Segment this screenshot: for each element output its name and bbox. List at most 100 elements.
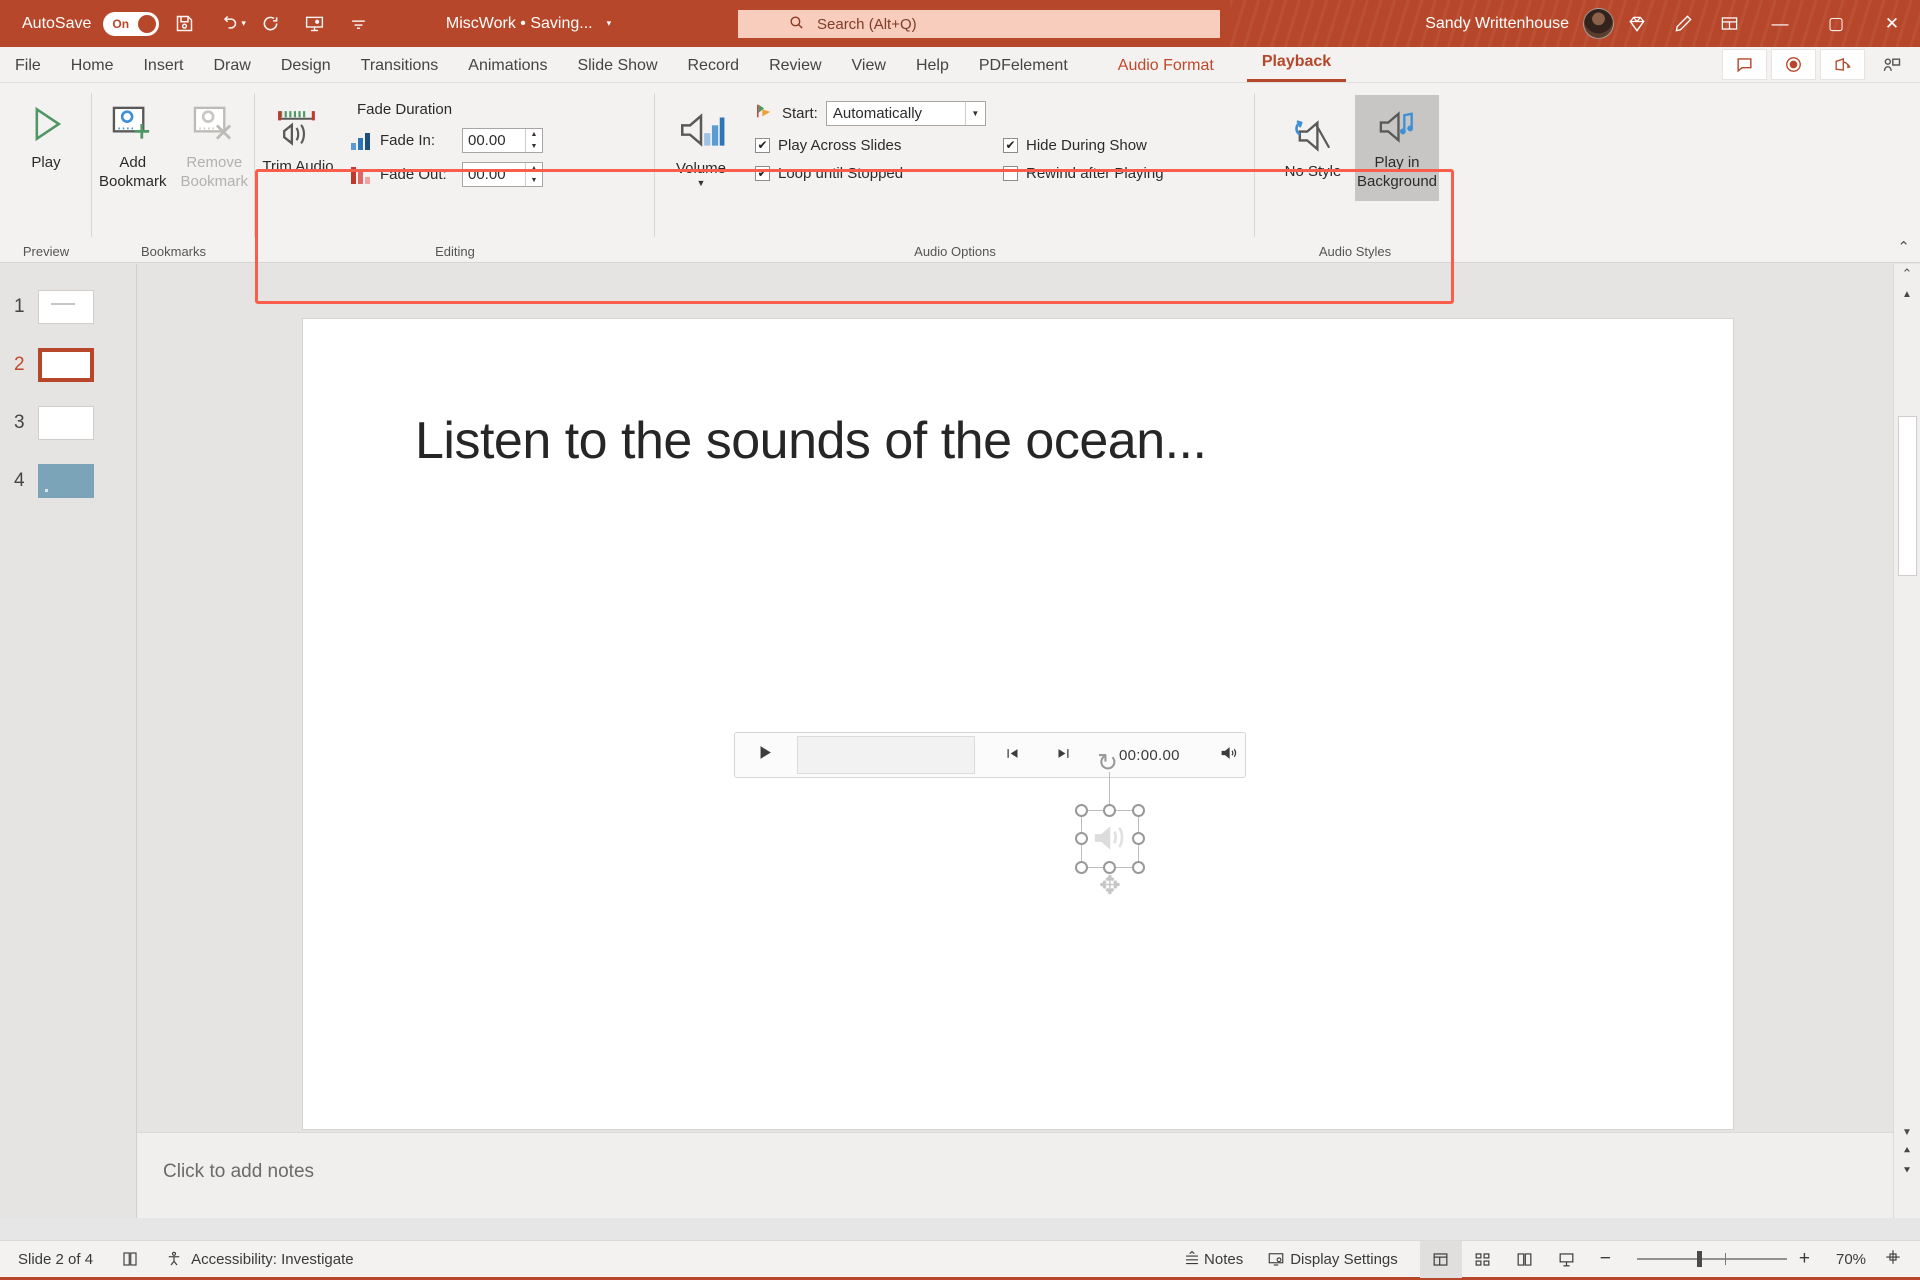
customize-quick-access-icon[interactable] bbox=[340, 5, 378, 43]
next-slide-button[interactable]: ⯆ bbox=[1894, 1165, 1920, 1178]
slide-sorter-icon[interactable] bbox=[1462, 1241, 1504, 1278]
selection-handle-ne[interactable] bbox=[1132, 804, 1145, 817]
editor-pen-icon[interactable] bbox=[1660, 0, 1706, 47]
fade-in-input[interactable] bbox=[463, 132, 525, 149]
undo-icon[interactable] bbox=[209, 5, 247, 43]
notes-pane[interactable]: Click to add notes bbox=[137, 1132, 1893, 1218]
comments-icon[interactable] bbox=[1722, 49, 1767, 80]
microsoft-365-diamond-icon[interactable] bbox=[1614, 0, 1660, 47]
slideshow-view-icon[interactable] bbox=[1546, 1241, 1588, 1278]
notes-button[interactable]: Notes bbox=[1204, 1251, 1243, 1268]
slide-title-text[interactable]: Listen to the sounds of the ocean... bbox=[415, 411, 1207, 471]
trim-audio-button[interactable]: Trim Audio bbox=[255, 89, 341, 233]
slide-surface[interactable]: Listen to the sounds of the ocean... 00:… bbox=[303, 319, 1733, 1129]
rotate-handle-icon[interactable]: ↻ bbox=[1097, 748, 1118, 778]
audio-progress-track[interactable] bbox=[797, 736, 975, 774]
tab-record[interactable]: Record bbox=[673, 49, 755, 82]
slide-thumbnail-1[interactable]: 1 bbox=[0, 278, 136, 336]
display-settings-icon[interactable] bbox=[1267, 1250, 1285, 1268]
hide-during-show-checkbox[interactable]: ✔ bbox=[1003, 137, 1018, 153]
autosave-toggle[interactable]: On bbox=[103, 11, 160, 36]
slide-preview[interactable] bbox=[38, 290, 94, 324]
fade-in-stepper[interactable]: ▲ ▼ bbox=[525, 129, 542, 152]
chevron-down-icon[interactable]: ▼ bbox=[964, 101, 985, 125]
loop-until-stopped-checkbox[interactable]: ✔ bbox=[755, 165, 770, 181]
slide-preview[interactable] bbox=[38, 348, 94, 382]
user-name[interactable]: Sandy Writtenhouse bbox=[1425, 15, 1569, 33]
play-button[interactable]: Play bbox=[0, 89, 92, 233]
start-presentation-icon[interactable] bbox=[296, 5, 334, 43]
volume-icon[interactable] bbox=[1220, 744, 1238, 766]
scrollbar-thumb[interactable] bbox=[1898, 416, 1917, 576]
reading-view-icon[interactable] bbox=[1504, 1241, 1546, 1278]
tab-playback[interactable]: Playback bbox=[1246, 46, 1347, 82]
tab-slide-show[interactable]: Slide Show bbox=[562, 49, 672, 82]
rewind-after-playing-row[interactable]: Rewind after Playing bbox=[1003, 159, 1185, 187]
volume-button[interactable]: Volume ▼ bbox=[655, 89, 747, 233]
tab-view[interactable]: View bbox=[837, 49, 901, 82]
tab-help[interactable]: Help bbox=[901, 49, 964, 82]
maximize-button[interactable]: ▢ bbox=[1808, 0, 1864, 47]
tab-review[interactable]: Review bbox=[754, 49, 836, 82]
start-select[interactable]: Automatically ▼ bbox=[825, 100, 986, 126]
volume-dropdown-caret[interactable]: ▼ bbox=[697, 178, 706, 188]
scroll-top-chevron-icon[interactable]: ⌃ bbox=[1894, 266, 1920, 282]
redo-icon[interactable] bbox=[252, 5, 290, 43]
loop-until-stopped-row[interactable]: ✔ Loop until Stopped bbox=[755, 159, 1003, 187]
hide-during-show-row[interactable]: ✔ Hide During Show bbox=[1003, 131, 1185, 159]
vertical-scrollbar[interactable]: ⌃ ▲ ▼ ⯅ ⯆ bbox=[1893, 264, 1920, 1218]
selection-handle-se[interactable] bbox=[1132, 861, 1145, 874]
share-icon[interactable] bbox=[1820, 49, 1865, 80]
play-across-slides-checkbox[interactable]: ✔ bbox=[755, 137, 770, 153]
record-icon[interactable] bbox=[1771, 49, 1816, 80]
tab-transitions[interactable]: Transitions bbox=[346, 49, 454, 82]
play-in-background-button[interactable]: Play in Background bbox=[1355, 95, 1439, 201]
ribbon-display-options-icon[interactable] bbox=[1706, 0, 1752, 47]
fade-in-spinner[interactable]: ▲▼ bbox=[462, 128, 543, 153]
tab-insert[interactable]: Insert bbox=[128, 49, 198, 82]
fade-out-spinner[interactable]: ▲▼ bbox=[462, 162, 543, 187]
slide-preview[interactable] bbox=[38, 464, 94, 498]
scroll-down-arrow[interactable]: ▼ bbox=[1894, 1120, 1920, 1144]
add-bookmark-button[interactable]: Add Bookmark bbox=[92, 89, 174, 233]
fade-out-input[interactable] bbox=[463, 166, 525, 183]
zoom-out-button[interactable]: − bbox=[1588, 1248, 1623, 1270]
fit-slide-to-window-icon[interactable] bbox=[1884, 1248, 1902, 1271]
slide-thumbnail-4[interactable]: 4 bbox=[0, 452, 136, 510]
rewind-after-playing-checkbox[interactable] bbox=[1003, 165, 1018, 181]
zoom-slider-knob[interactable] bbox=[1696, 1251, 1702, 1267]
zoom-slider[interactable] bbox=[1636, 1251, 1787, 1267]
play-icon[interactable] bbox=[755, 743, 774, 768]
tab-draw[interactable]: Draw bbox=[198, 49, 265, 82]
tab-pdfelement[interactable]: PDFelement bbox=[964, 49, 1083, 82]
display-settings-button[interactable]: Display Settings bbox=[1290, 1251, 1398, 1268]
slide-preview[interactable] bbox=[38, 406, 94, 440]
selection-handle-n[interactable] bbox=[1103, 804, 1116, 817]
slide-notes-icon[interactable] bbox=[121, 1250, 139, 1268]
selection-handle-e[interactable] bbox=[1132, 832, 1145, 845]
tab-home[interactable]: Home bbox=[56, 49, 129, 82]
accessibility-icon[interactable] bbox=[165, 1250, 183, 1268]
present-in-teams-icon[interactable] bbox=[1869, 49, 1914, 80]
search-box[interactable]: Search (Alt+Q) bbox=[738, 10, 1220, 38]
collapse-ribbon-icon[interactable]: ⌃ bbox=[1897, 238, 1910, 256]
no-style-button[interactable]: No Style bbox=[1271, 95, 1355, 201]
play-across-slides-row[interactable]: ✔ Play Across Slides bbox=[755, 131, 1003, 159]
zoom-in-button[interactable]: + bbox=[1787, 1248, 1822, 1270]
zoom-level-label[interactable]: 70% bbox=[1836, 1251, 1878, 1268]
close-button[interactable]: ✕ bbox=[1864, 0, 1920, 47]
normal-view-icon[interactable] bbox=[1419, 1240, 1462, 1278]
step-back-icon[interactable] bbox=[1005, 746, 1020, 764]
minimize-button[interactable]: — bbox=[1752, 0, 1808, 47]
tab-file[interactable]: File bbox=[0, 49, 56, 82]
avatar[interactable] bbox=[1583, 8, 1614, 39]
audio-player-controls[interactable]: 00:00.00 bbox=[734, 732, 1246, 778]
selection-handle-w[interactable] bbox=[1075, 832, 1088, 845]
selection-handle-sw[interactable] bbox=[1075, 861, 1088, 874]
zoom-slider-track[interactable] bbox=[1636, 1251, 1787, 1267]
selection-handle-nw[interactable] bbox=[1075, 804, 1088, 817]
scroll-up-arrow[interactable]: ▲ bbox=[1894, 282, 1920, 306]
document-name[interactable]: MiscWork • Saving... bbox=[446, 15, 593, 33]
slide-thumbnail-2[interactable]: 2 bbox=[0, 336, 136, 394]
tab-audio-format[interactable]: Audio Format bbox=[1103, 49, 1229, 82]
